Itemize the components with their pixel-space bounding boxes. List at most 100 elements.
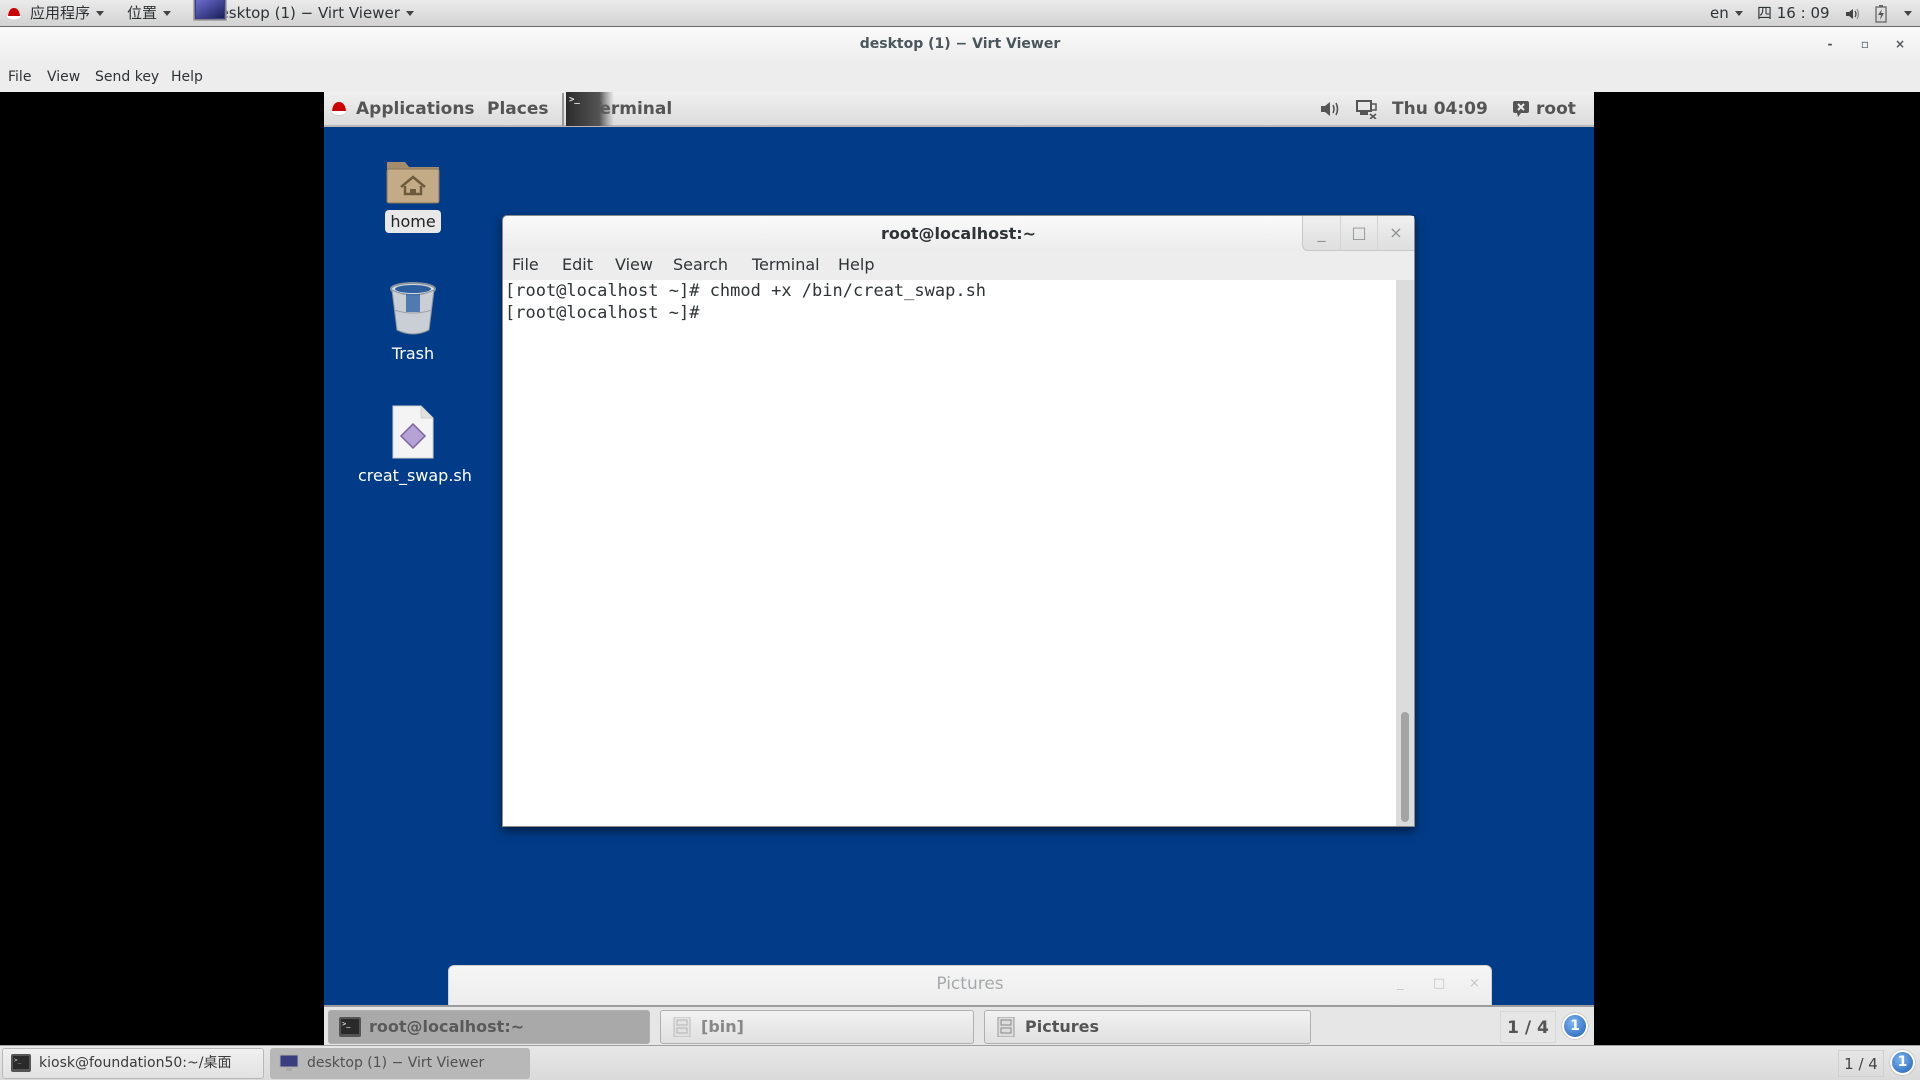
host-places-label: 位置 [127, 4, 158, 22]
host-taskbar-label: kiosk@foundation50:~/桌面 [39, 1055, 232, 1071]
pictures-window-title: Pictures [936, 974, 1004, 994]
redhat-logo-icon [6, 7, 22, 20]
host-active-window-label: desktop (1) − Virt Viewer [210, 4, 400, 22]
host-taskbar-button-virt-viewer[interactable]: desktop (1) − Virt Viewer [270, 1048, 530, 1079]
script-file-icon [392, 405, 434, 459]
home-folder-icon [386, 162, 440, 204]
minimize-button[interactable]: - [1820, 27, 1840, 62]
terminal-output[interactable]: [root@localhost ~]# chmod +x /bin/creat_… [503, 280, 1396, 826]
host-active-window-menu[interactable]: desktop (1) − Virt Viewer [192, 0, 414, 26]
terminal-menu-help[interactable]: Help [838, 255, 874, 274]
guest-top-panel: Applications Places >_ Terminal Thu 04:09… [324, 92, 1594, 127]
taskbar-button-label: root@localhost:~ [369, 1017, 525, 1036]
guest-clock[interactable]: Thu 04:09 [1392, 92, 1488, 127]
terminal-menu-view[interactable]: View [615, 255, 653, 274]
workspace-switcher[interactable]: 1 / 4 [1500, 1011, 1556, 1043]
host-workspace-switcher[interactable]: 1 / 4 [1838, 1050, 1884, 1077]
host-clock-label: 四 16 : 09 [1757, 4, 1830, 22]
host-taskbar-label: desktop (1) − Virt Viewer [307, 1055, 485, 1071]
volume-icon[interactable] [1320, 92, 1342, 127]
taskbar-button-label: Pictures [1025, 1017, 1099, 1036]
terminal-menu-terminal[interactable]: Terminal [752, 255, 820, 274]
desktop-icon-home[interactable]: home [353, 154, 473, 233]
close-button[interactable]: × [1890, 27, 1910, 62]
pictures-close-button[interactable]: × [1469, 966, 1480, 1002]
menu-view[interactable]: View [47, 69, 80, 85]
virt-viewer-titlebar[interactable]: desktop (1) − Virt Viewer - ▫ × [0, 27, 1920, 62]
desktop-icon-label: creat_swap.sh [358, 466, 472, 485]
host-applications-label: 应用程序 [30, 4, 91, 22]
file-cabinet-icon [997, 1017, 1015, 1037]
terminal-window-controls: _ □ × [1302, 216, 1414, 251]
taskbar-button-label: [bin] [701, 1017, 744, 1036]
host-notification-badge[interactable]: 1 [1890, 1050, 1915, 1075]
pictures-window[interactable]: Pictures _ □ × [448, 965, 1492, 1007]
virt-viewer-icon [279, 1054, 299, 1071]
svg-text:>_: >_ [14, 1057, 22, 1064]
terminal-scrollbar-thumb[interactable] [1401, 712, 1409, 822]
network-disconnected-icon[interactable] [1356, 92, 1378, 127]
taskbar-button-bin[interactable]: [bin] [660, 1010, 974, 1044]
host-applications-menu[interactable]: 应用程序 [6, 0, 105, 26]
terminal-close-button[interactable]: × [1377, 216, 1414, 250]
user-icon [1513, 101, 1529, 117]
terminal-title: root@localhost:~ [880, 224, 1037, 243]
guest-display[interactable]: Applications Places >_ Terminal Thu 04:09… [324, 92, 1594, 1045]
volume-icon[interactable] [1845, 0, 1861, 26]
host-taskbar-button-terminal[interactable]: >_ kiosk@foundation50:~/桌面 [2, 1048, 264, 1079]
terminal-minimize-button[interactable]: _ [1303, 216, 1340, 250]
battery-icon[interactable] [1875, 0, 1887, 26]
guest-user-menu[interactable]: root [1512, 92, 1576, 127]
virt-viewer-title: desktop (1) − Virt Viewer [859, 36, 1061, 52]
input-method-label: en [1710, 4, 1729, 22]
system-menu[interactable] [1898, 0, 1912, 26]
terminal-scrollbar[interactable] [1396, 280, 1414, 826]
taskbar-button-terminal[interactable]: >_ root@localhost:~ [328, 1010, 650, 1044]
menu-file[interactable]: File [8, 69, 31, 85]
terminal-icon: >_ [566, 92, 614, 126]
maximize-button[interactable]: ▫ [1855, 27, 1875, 62]
menu-send-key[interactable]: Send key [95, 69, 159, 85]
terminal-line: [root@localhost ~]# chmod +x /bin/creat_… [505, 281, 987, 301]
panel-divider [562, 93, 564, 126]
pictures-maximize-button[interactable]: □ [1433, 966, 1445, 1002]
terminal-menu-search[interactable]: Search [673, 255, 728, 274]
guest-taskbar: >_ root@localhost:~ [bin] Pictures 1 / 4… [324, 1005, 1594, 1045]
guest-places-menu[interactable]: Places [487, 92, 548, 127]
svg-text:>_: >_ [569, 95, 580, 105]
virt-viewer-menubar: File View Send key Help [0, 62, 1920, 92]
chevron-down-icon [163, 11, 172, 16]
guest-applications-label: Applications [356, 99, 475, 119]
desktop-icon-creat-swap[interactable]: creat_swap.sh [353, 404, 473, 487]
host-taskbar: >_ kiosk@foundation50:~/桌面 desktop (1) −… [0, 1045, 1920, 1080]
desktop-icon-trash[interactable]: Trash [353, 280, 473, 365]
terminal-menu-file[interactable]: File [512, 255, 539, 274]
trash-icon [390, 282, 436, 335]
pictures-minimize-button[interactable]: _ [1397, 966, 1404, 1002]
guest-applications-menu[interactable]: Applications [330, 92, 475, 127]
guest-clock-label: Thu 04:09 [1392, 99, 1488, 119]
taskbar-button-pictures[interactable]: Pictures [984, 1010, 1311, 1044]
menu-help[interactable]: Help [171, 69, 203, 85]
svg-text:>_: >_ [342, 1020, 351, 1028]
chevron-down-icon [1904, 11, 1912, 16]
host-places-menu[interactable]: 位置 [127, 0, 172, 26]
guest-active-window-menu[interactable]: >_ Terminal [566, 92, 672, 127]
redhat-logo-icon [330, 102, 348, 116]
virt-viewer-icon [193, 0, 227, 21]
notification-badge[interactable]: 1 [1562, 1013, 1588, 1039]
terminal-window[interactable]: root@localhost:~ _ □ × File Edit View Se… [502, 215, 1415, 827]
terminal-icon: >_ [11, 1054, 31, 1072]
terminal-maximize-button[interactable]: □ [1340, 216, 1377, 250]
desktop-icon-label: home [385, 210, 441, 233]
file-cabinet-icon [673, 1017, 691, 1037]
input-method-menu[interactable]: en [1710, 0, 1743, 26]
terminal-titlebar[interactable]: root@localhost:~ [503, 216, 1414, 251]
guest-user-label: root [1536, 99, 1576, 119]
desktop-icon-label: Trash [391, 344, 435, 363]
terminal-menu-edit[interactable]: Edit [562, 255, 593, 274]
terminal-line: [root@localhost ~]# [505, 303, 710, 323]
host-clock[interactable]: 四 16 : 09 [1757, 0, 1830, 26]
chevron-down-icon [405, 11, 414, 16]
host-top-panel: 应用程序 位置 desktop (1) − Virt Viewer en 四 1… [0, 0, 1920, 27]
